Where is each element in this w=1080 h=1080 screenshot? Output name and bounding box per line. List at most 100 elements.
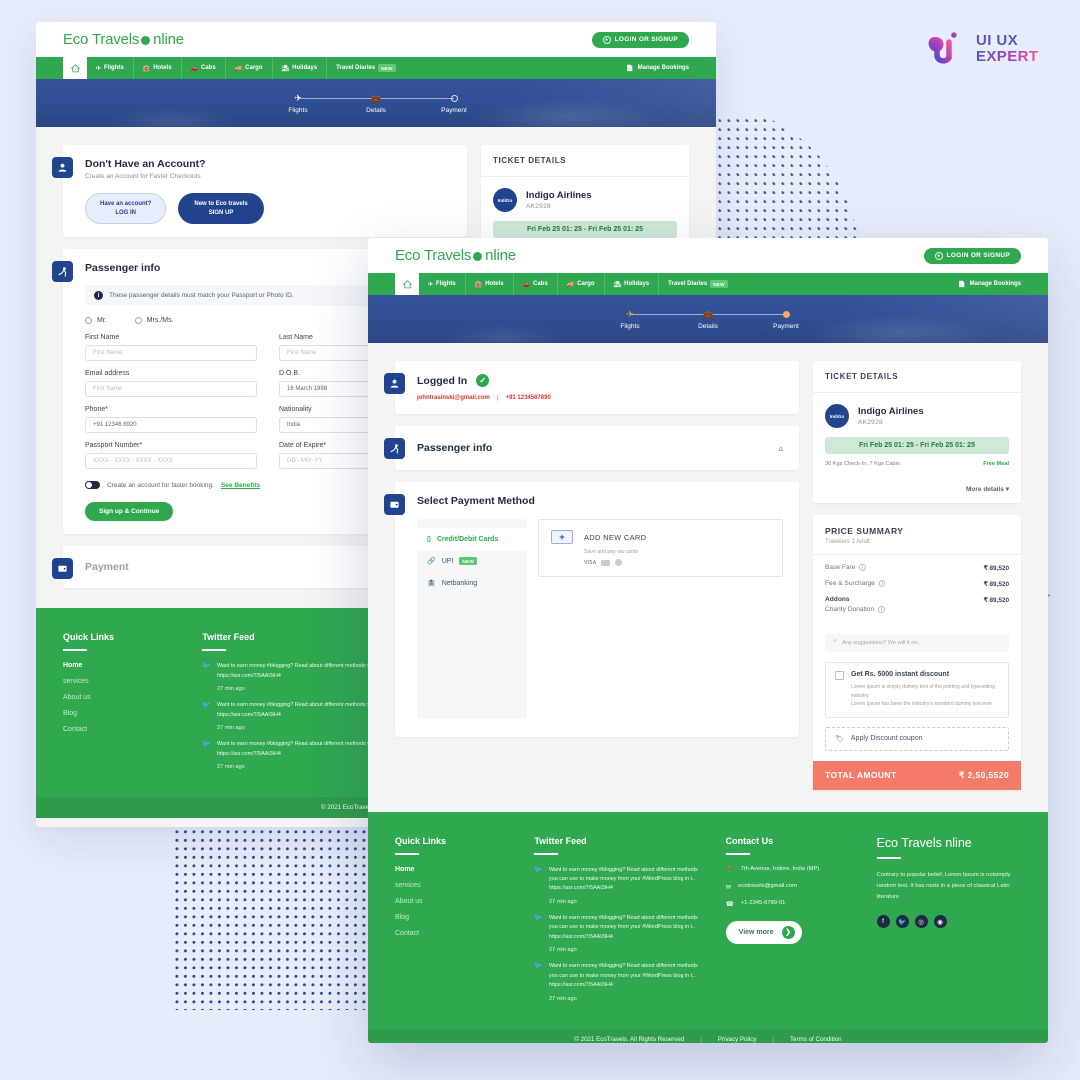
info-icon[interactable]: i (859, 564, 866, 571)
nav-item-cargo[interactable]: 🚚 Cargo (558, 273, 605, 295)
logged-in-panel: Logged In ✓ johntrasinski@gmail.com | +9… (384, 361, 799, 414)
page-body: Logged In ✓ johntrasinski@gmail.com | +9… (368, 343, 1048, 802)
signup-button[interactable]: New to Eco travels SIGN UP (178, 193, 264, 225)
payment-method-upi[interactable]: 🔗 UPI NEW (417, 550, 527, 572)
site-logo-back[interactable]: Eco Travels nline (63, 31, 184, 48)
see-benefits-link[interactable]: See Benefits (221, 482, 260, 489)
step-payment[interactable]: Payment (747, 308, 825, 330)
footer-link-contact[interactable]: Contact (63, 726, 184, 733)
footer-link-home[interactable]: Home (63, 662, 184, 669)
contact-phone-row[interactable]: ☎ +1-2345-6789-01 (726, 900, 859, 908)
step-details[interactable]: 💼 Details (669, 308, 786, 330)
twitter-icon: 🐦 (202, 663, 212, 671)
footer-link-about[interactable]: About us (395, 898, 516, 905)
discount-title: Get Rs. 5000 instant discount (851, 671, 950, 678)
manage-bookings-button[interactable]: 📄 Manage Bookings (958, 273, 1021, 295)
footer-twitter: Twitter Feed 🐦 Want to earn money #blogg… (534, 836, 707, 1011)
ticket-icon: 📄 (958, 281, 966, 288)
chevron-up-icon[interactable]: ▵ (778, 443, 783, 454)
site-logo[interactable]: Eco Travels nline (395, 247, 516, 264)
apply-coupon-button[interactable]: 🏷 Apply Discount coupon (825, 726, 1009, 751)
field-passport: Passport Number* XXXX - XXXX - XXXX - XX… (85, 442, 257, 470)
tweet-time: 27 min ago (549, 947, 577, 954)
price-value: ₹ 89,520 (983, 581, 1009, 588)
twitter-icon: 🐦 (202, 702, 212, 710)
suggestion-input[interactable]: “ Any suggestions? We will it on.. (825, 634, 1009, 652)
payment-method-credit-debit[interactable]: ▯ Credit/Debit Cards (417, 528, 527, 550)
nav-item-hotels[interactable]: 🏨 Hotels (134, 57, 182, 79)
nav-item-cargo[interactable]: 🚚 Cargo (226, 57, 273, 79)
site-logo-suffix: nline (485, 247, 516, 264)
terms-link[interactable]: Terms of Condition (790, 1036, 842, 1043)
check-circle-icon: ✓ (476, 374, 490, 387)
payment-method-netbanking[interactable]: 🏦 Netbanking (417, 572, 527, 594)
view-more-button[interactable]: View more ❯ (725, 920, 802, 944)
login-signup-button-back[interactable]: ● LOGIN OR SIGNUP (591, 31, 689, 48)
passenger-info-panel[interactable]: Passenger info ▵ (384, 426, 799, 470)
price-label: Fee & Surcharge (825, 580, 875, 587)
email-input[interactable]: First Name (85, 381, 257, 398)
nav-label: Cargo (245, 65, 263, 71)
mockup-card-front: Eco Travels nline ● LOGIN OR SIGNUP ✈ Fli… (368, 238, 1048, 1043)
nav-item-flights[interactable]: ✈ Flights (419, 273, 466, 295)
nav-item-flights[interactable]: ✈ Flights (87, 57, 134, 79)
quick-links-title: Quick Links (63, 632, 115, 643)
passport-input[interactable]: XXXX - XXXX - XXXX - XXXX (85, 453, 257, 470)
signup-continue-button[interactable]: Sign up & Continue (85, 502, 174, 522)
info-icon[interactable]: i (878, 606, 885, 613)
manage-bookings-button-back[interactable]: 📄 Manage Bookings (626, 57, 689, 79)
footer-link-about[interactable]: About us (63, 694, 184, 701)
discount-checkbox[interactable] (835, 671, 844, 680)
footer-link-services[interactable]: services (63, 678, 184, 685)
plus-icon: + (551, 530, 573, 544)
nav-item-travel-diaries[interactable]: Travel Diaries NEW (327, 57, 405, 79)
nav-item-hotels[interactable]: 🏨 Hotels (466, 273, 514, 295)
instagram-icon[interactable]: ◎ (914, 915, 928, 929)
twitter-icon[interactable]: 🐦 (895, 915, 909, 929)
nav-home-button[interactable] (63, 57, 87, 79)
hotel-icon: 🏨 (474, 281, 483, 288)
footer-link-services[interactable]: services (395, 882, 516, 889)
radio-mrs[interactable]: Mrs./Ms. (134, 317, 174, 325)
apply-coupon-label: Apply Discount coupon (850, 735, 923, 742)
facebook-icon[interactable]: f (876, 915, 890, 929)
create-account-toggle[interactable] (85, 481, 100, 490)
account-panel: Don't Have an Account? Create an Account… (52, 145, 467, 238)
nav-item-cabs[interactable]: 🚗 Cabs (182, 57, 226, 79)
cargo-icon: 🚚 (234, 65, 243, 72)
step-details-back[interactable]: 💼 Details (337, 92, 454, 114)
footer-link-contact[interactable]: Contact (395, 930, 516, 937)
nav-item-holidays[interactable]: ⛱ Holidays (605, 273, 660, 295)
price-row-addons: Addons Charity Donation i ₹ 89,520 (825, 596, 1009, 613)
nav-home-button[interactable] (395, 273, 419, 295)
footer: Quick Links Home services About us Blog … (368, 811, 1048, 1029)
phone-input[interactable]: +91 12346 8920 (85, 417, 257, 434)
nav-label: Cargo (577, 281, 595, 287)
ticket-details-heading-back: TICKET DETAILS (481, 145, 689, 177)
login-signup-button[interactable]: ● LOGIN OR SIGNUP (923, 247, 1021, 264)
site-header-back: Eco Travels nline ● LOGIN OR SIGNUP (36, 22, 716, 57)
copyright-text: © 2021 EcoTravels. All Rights Reserved (574, 1035, 685, 1043)
price-value: ₹ 89,520 (983, 597, 1009, 604)
pinterest-icon[interactable]: ◉ (933, 915, 947, 929)
step-flights[interactable]: ✈ Flights (591, 308, 708, 330)
first-name-input[interactable]: First Name (85, 345, 257, 362)
nav-item-travel-diaries[interactable]: Travel Diaries NEW (659, 273, 737, 295)
step-flights-back[interactable]: ✈ Flights (259, 92, 376, 114)
payment-method-label: UPI (441, 557, 454, 565)
contact-email-row[interactable]: ✉ ecotravels@gmail.com (726, 883, 859, 891)
more-details-button[interactable]: More details ▾ (813, 478, 1021, 503)
info-icon[interactable]: i (878, 580, 886, 587)
radio-mr[interactable]: Mr. (85, 317, 107, 325)
nav-item-cabs[interactable]: 🚗 Cabs (514, 273, 558, 295)
footer-link-blog[interactable]: Blog (395, 914, 516, 921)
home-icon (70, 63, 80, 72)
footer-link-home[interactable]: Home (395, 866, 516, 873)
add-new-card-option[interactable]: + ADD NEW CARD Save and pay via cards VI… (538, 519, 783, 577)
privacy-policy-link[interactable]: Privacy Policy (718, 1036, 757, 1043)
step-payment-back[interactable]: Payment (415, 92, 493, 114)
nav-item-holidays[interactable]: ⛱ Holidays (273, 57, 328, 79)
footer-link-blog[interactable]: Blog (63, 710, 184, 717)
login-button[interactable]: Have an account? LOG IN (85, 193, 167, 225)
airline-name: Indigo Airlines (858, 406, 924, 417)
